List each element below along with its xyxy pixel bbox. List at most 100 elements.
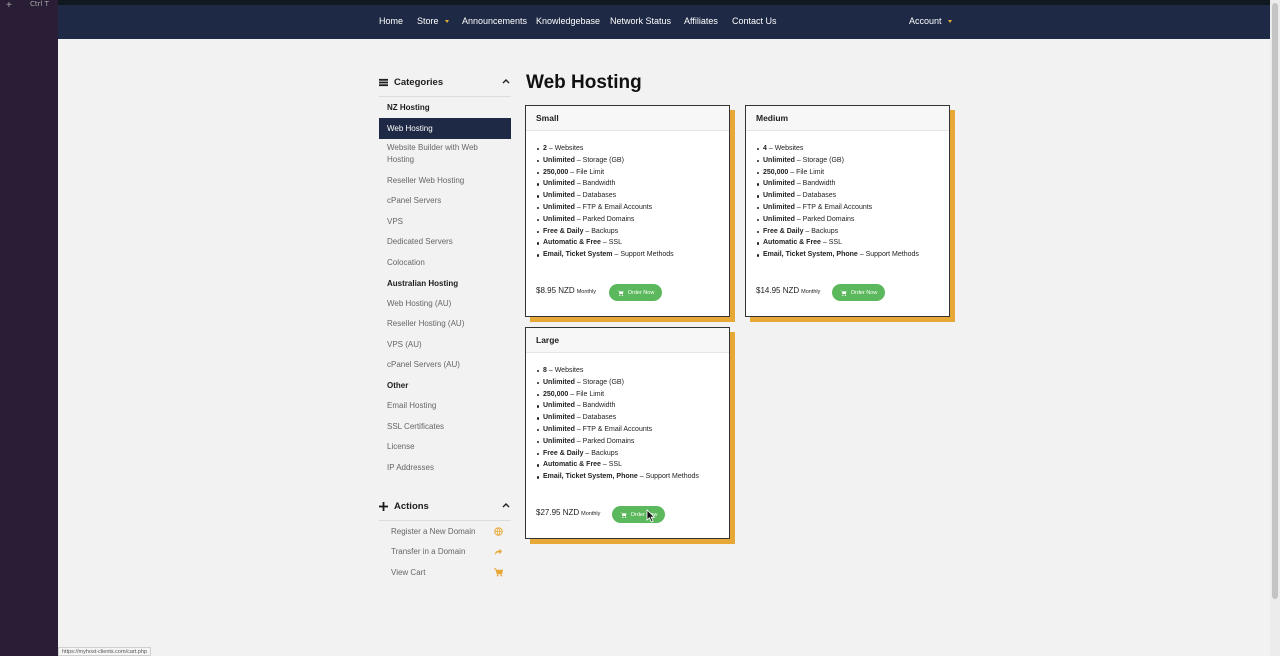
sidebar-item-dedicated-servers[interactable]: Dedicated Servers — [387, 236, 505, 248]
new-tab-plus[interactable]: + — [6, 0, 12, 11]
feature-label: – Databases — [574, 192, 617, 200]
nav-account[interactable]: Account — [909, 16, 952, 26]
feature-value: Free & Daily — [543, 227, 584, 235]
plan-feature: Email, Ticket System – Support Methods — [537, 251, 674, 263]
feature-value: Automatic & Free — [543, 239, 601, 247]
order-now-button[interactable]: Order Now — [612, 506, 665, 523]
sidebar-item-license[interactable]: License — [387, 441, 505, 453]
chevron-up-icon[interactable] — [501, 76, 511, 86]
plan-feature: Unlimited – FTP & Email Accounts — [537, 204, 674, 216]
price-period: Monthly — [576, 289, 596, 295]
order-now-label: Order Now — [850, 289, 878, 296]
order-now-button[interactable]: Order Now — [609, 284, 662, 301]
page-scrollbar[interactable] — [1270, 0, 1280, 656]
feature-value: Unlimited — [543, 425, 575, 433]
feature-value: Free & Daily — [543, 449, 584, 457]
categories-panel-header[interactable]: Categories — [379, 71, 511, 93]
sidebar-item-colocation[interactable]: Colocation — [387, 257, 505, 269]
sidebar-item-ssl-certificates[interactable]: SSL Certificates — [387, 421, 505, 433]
feature-label: – File Limit — [788, 168, 825, 176]
plan-feature: 250,000 – File Limit — [537, 391, 699, 403]
feature-label: – Backups — [583, 227, 619, 235]
sidebar-item-reseller-hosting-au[interactable]: Reseller Hosting (AU) — [387, 318, 505, 330]
order-now-label: Order Now — [627, 289, 655, 296]
sidebar-item-web-hosting-au[interactable]: Web Hosting (AU) — [387, 298, 505, 310]
feature-label: – Backups — [803, 227, 839, 235]
divider — [379, 520, 511, 521]
shopping-cart-icon — [379, 78, 388, 86]
plan-feature: 8 – Websites — [537, 367, 699, 379]
plan-card-small: Small 2 – Websites Unlimited – Storage (G… — [525, 105, 730, 317]
feature-label: – Parked Domains — [574, 215, 635, 223]
categories-title: Categories — [394, 76, 444, 88]
feature-label: – FTP & Email Accounts — [574, 203, 653, 211]
feature-label: – Websites — [546, 145, 584, 152]
plan-feature: Email, Ticket System, Phone – Support Me… — [537, 473, 699, 485]
nav-affiliates[interactable]: Affiliates — [684, 16, 718, 26]
plan-feature: Unlimited – Storage (GB) — [537, 157, 674, 169]
sidebar-item-vps-au[interactable]: VPS (AU) — [387, 339, 505, 351]
plan-feature: Free & Daily – Backups — [537, 228, 674, 240]
plan-features: 2 – Websites Unlimited – Storage (GB) 250,… — [537, 145, 674, 263]
sidebar-item-email-hosting[interactable]: Email Hosting — [387, 400, 505, 412]
plan-features: 8 – Websites Unlimited – Storage (GB) 250,… — [537, 367, 699, 485]
feature-value: Unlimited — [763, 156, 795, 164]
sidebar-item-cpanel-servers-au[interactable]: cPanel Servers (AU) — [387, 359, 505, 371]
sidebar-item-ip-addresses[interactable]: IP Addresses — [387, 462, 505, 474]
actions-panel-header[interactable]: Actions — [379, 495, 511, 517]
feature-label: – Bandwidth — [794, 180, 836, 188]
nav-network-status[interactable]: Network Status — [610, 16, 671, 26]
action-transfer-domain[interactable]: Transfer in a Domain — [391, 547, 503, 556]
plan-feature: 4 – Websites — [757, 145, 919, 157]
plan-feature: Unlimited – Databases — [757, 192, 919, 204]
sidebar-item-vps[interactable]: VPS — [387, 216, 505, 228]
plan-feature: Unlimited – Parked Domains — [537, 216, 674, 228]
chevron-down-icon — [947, 20, 952, 24]
plan-features: 4 – Websites Unlimited – Storage (GB) 250,… — [757, 145, 919, 263]
chevron-up-icon[interactable] — [501, 500, 511, 510]
plan-name: Small — [526, 106, 729, 131]
feature-value: Unlimited — [543, 156, 575, 164]
action-register-domain[interactable]: Register a New Domain — [391, 527, 503, 536]
share-arrow-icon — [494, 548, 503, 556]
plan-feature: Email, Ticket System, Phone – Support Me… — [757, 251, 919, 263]
plan-feature: 250,000 – File Limit — [757, 169, 919, 181]
nav-store[interactable]: Store — [417, 16, 449, 26]
feature-label: – SSL — [820, 239, 842, 247]
sidebar-item-website-builder[interactable]: Website Builder with Web Hosting — [387, 142, 505, 166]
feature-value: Unlimited — [543, 437, 575, 445]
nav-contact-us[interactable]: Contact Us — [732, 16, 777, 26]
feature-value: 250,000 — [543, 168, 569, 176]
action-view-cart-label: View Cart — [391, 568, 426, 577]
plan-card-large: Large 8 – Websites Unlimited – Storage (G… — [525, 327, 730, 539]
feature-label: – Support Methods — [637, 473, 699, 481]
group-australian-hosting: Australian Hosting — [387, 279, 459, 288]
feature-label: – Databases — [574, 414, 617, 422]
group-nz-hosting: NZ Hosting — [387, 103, 430, 112]
plan-feature: Unlimited – Bandwidth — [757, 180, 919, 192]
feature-label: – SSL — [600, 239, 622, 247]
feature-label: – Databases — [794, 192, 837, 200]
plan-price: $27.95 NZD Monthly — [536, 508, 600, 517]
nav-home[interactable]: Home — [379, 16, 403, 26]
nav-account-label: Account — [909, 16, 942, 26]
action-view-cart[interactable]: View Cart — [391, 568, 503, 577]
feature-label: – File Limit — [568, 168, 605, 176]
sidebar-item-cpanel-servers[interactable]: cPanel Servers — [387, 195, 505, 207]
scrollbar-thumb[interactable] — [1272, 3, 1278, 599]
price-period: Monthly — [581, 511, 601, 517]
feature-value: Unlimited — [763, 192, 795, 200]
feature-value: Email, Ticket System, Phone — [543, 473, 638, 481]
sidebar-item-web-hosting[interactable]: Web Hosting — [379, 118, 511, 139]
price-period: Monthly — [801, 289, 821, 295]
plan-feature: Unlimited – Parked Domains — [537, 438, 699, 450]
nav-knowledgebase[interactable]: Knowledgebase — [536, 16, 600, 26]
nav-announcements[interactable]: Announcements — [462, 16, 527, 26]
globe-icon — [494, 527, 503, 536]
order-now-button[interactable]: Order Now — [832, 284, 885, 301]
plan-name: Large — [526, 328, 729, 353]
plan-feature: Unlimited – Storage (GB) — [537, 379, 699, 391]
nav-store-label: Store — [417, 16, 439, 26]
feature-label: – File Limit — [568, 390, 605, 398]
sidebar-item-reseller-web-hosting[interactable]: Reseller Web Hosting — [387, 175, 505, 187]
